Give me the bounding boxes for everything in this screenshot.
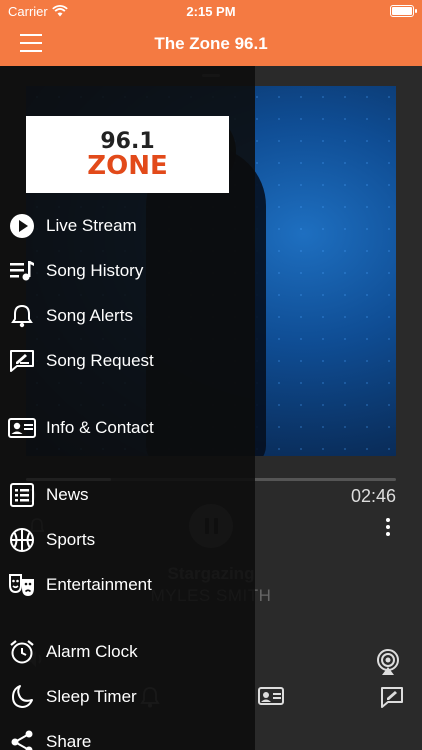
total-time: 02:46 bbox=[350, 486, 396, 506]
station-logo: 96.1 ZONE bbox=[26, 116, 229, 193]
menu-item-song-history[interactable]: Song History bbox=[0, 251, 255, 291]
menu-label: Info & Contact bbox=[46, 418, 154, 437]
menu-item-song-alerts[interactable]: Song Alerts bbox=[0, 296, 255, 336]
menu-item-alarm-clock[interactable]: Alarm Clock bbox=[0, 632, 255, 672]
menu-label: Live Stream bbox=[46, 216, 137, 235]
menu-item-news[interactable]: News bbox=[0, 475, 255, 515]
menu-label: Entertainment bbox=[46, 575, 152, 594]
contact-card-icon bbox=[8, 414, 36, 442]
menu-item-entertainment[interactable]: Entertainment bbox=[0, 565, 255, 605]
menu-item-sleep-timer[interactable]: Sleep Timer bbox=[0, 677, 255, 717]
wifi-icon bbox=[51, 5, 68, 17]
news-list-icon bbox=[8, 481, 36, 509]
menu-item-sports[interactable]: Sports bbox=[0, 520, 255, 560]
playlist-icon bbox=[8, 257, 36, 285]
basketball-icon bbox=[8, 526, 36, 554]
airplay-icon[interactable] bbox=[374, 648, 402, 676]
logo-name: ZONE bbox=[87, 150, 168, 181]
moon-icon bbox=[8, 683, 36, 711]
more-options-icon[interactable] bbox=[386, 518, 390, 536]
alarm-clock-icon bbox=[8, 638, 36, 666]
menu-label: Song Alerts bbox=[46, 306, 133, 325]
theater-masks-icon bbox=[8, 571, 36, 599]
menu-item-share[interactable]: Share bbox=[0, 722, 255, 750]
menu-label: Song History bbox=[46, 261, 144, 280]
side-drawer: 96.1 ZONE Live Stream Song History Song … bbox=[0, 66, 255, 750]
status-bar: Carrier 2:15 PM bbox=[0, 0, 422, 22]
menu-item-song-request[interactable]: Song Request bbox=[0, 341, 255, 381]
menu-label: Sleep Timer bbox=[46, 687, 137, 706]
menu-label: Sports bbox=[46, 530, 96, 549]
logo-frequency: 96.1 bbox=[100, 128, 155, 154]
song-request-icon[interactable] bbox=[380, 686, 404, 708]
nav-bar: The Zone 96.1 bbox=[0, 22, 422, 66]
page-title: The Zone 96.1 bbox=[154, 34, 268, 53]
menu-label: Alarm Clock bbox=[46, 642, 138, 661]
menu-label: Share bbox=[46, 732, 92, 750]
hamburger-menu-icon[interactable] bbox=[20, 32, 42, 54]
menu-label: Song Request bbox=[46, 351, 154, 370]
carrier-label: Carrier bbox=[8, 3, 48, 19]
request-icon bbox=[8, 347, 36, 375]
play-circle-icon bbox=[8, 212, 36, 240]
menu-label: News bbox=[46, 485, 89, 504]
contact-card-icon[interactable] bbox=[258, 686, 284, 706]
bell-icon bbox=[8, 302, 36, 330]
carrier-info: Carrier bbox=[8, 4, 68, 19]
share-icon bbox=[8, 728, 36, 750]
battery-icon bbox=[390, 5, 417, 17]
menu-item-info-contact[interactable]: Info & Contact bbox=[0, 408, 255, 448]
menu-item-live-stream[interactable]: Live Stream bbox=[0, 206, 255, 246]
